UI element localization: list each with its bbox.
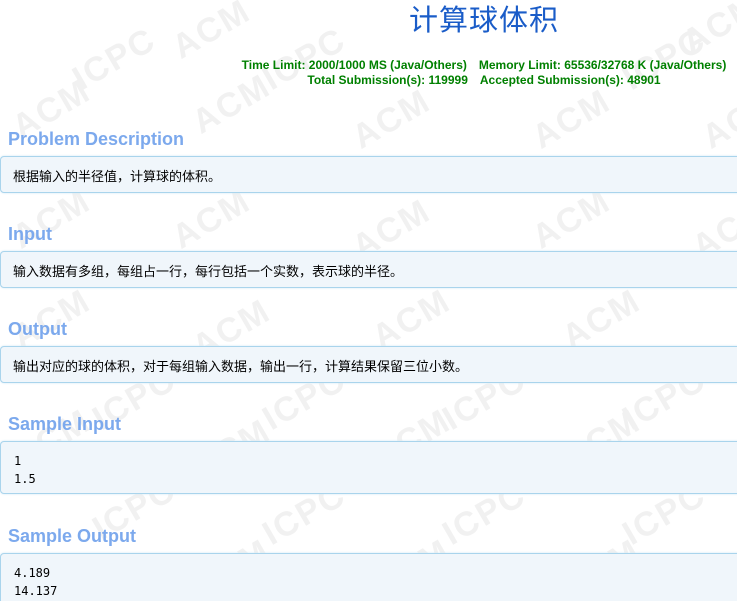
input-text: 输入数据有多组，每组占一行，每行包括一个实数，表示球的半径。 <box>13 265 404 280</box>
section-heading-description: Problem Description <box>8 129 185 149</box>
sample-input-line: 1.5 <box>14 472 36 486</box>
limits-row-1: Time Limit: 2000/1000 MS (Java/Others) Me… <box>0 58 737 73</box>
sample-output-line: 4.189 <box>14 566 51 580</box>
memory-limit: Memory Limit: 65536/32768 K (Java/Others… <box>478 58 727 72</box>
watermark-text: ACM <box>345 81 438 157</box>
watermark-layer: ACM ICPC ACM ACM ICPC ACM ACM ICPC ACM A… <box>0 0 737 601</box>
output-panel: 输出对应的球的体积，对于每组输入数据，输出一行，计算结果保留三位小数。 <box>0 346 737 383</box>
output-text: 输出对应的球的体积，对于每组输入数据，输出一行，计算结果保留三位小数。 <box>13 360 469 375</box>
watermark-text: ACM <box>525 181 618 257</box>
limits-row-2: Total Submission(s): 119999 Accepted Subm… <box>0 73 737 88</box>
total-submissions: Total Submission(s): 119999 <box>307 73 468 87</box>
problem-limits: Time Limit: 2000/1000 MS (Java/Others) Me… <box>0 58 737 88</box>
watermark-text: ACM <box>525 81 618 157</box>
problem-title: 计算球体积 <box>408 3 559 37</box>
sample-input-panel: 1 1.5 <box>0 441 737 494</box>
sample-input-line: 1 <box>14 454 22 468</box>
description-panel: 根据输入的半径值，计算球的体积。 <box>0 156 737 193</box>
section-heading-input: Input <box>8 224 52 244</box>
time-limit: Time Limit: 2000/1000 MS (Java/Others) <box>241 58 467 72</box>
sample-output-line: 14.137 <box>14 584 58 598</box>
sample-output-panel: 4.189 14.137 <box>0 553 737 601</box>
section-heading-sample-output: Sample Output <box>8 526 137 546</box>
watermark-text: ACM <box>695 81 737 157</box>
section-heading-output: Output <box>8 319 67 339</box>
input-panel: 输入数据有多组，每组占一行，每行包括一个实数，表示球的半径。 <box>0 251 737 288</box>
accepted-submissions: Accepted Submission(s): 48901 <box>479 73 661 87</box>
section-heading-sample-input: Sample Input <box>8 414 122 434</box>
watermark-text: ACM <box>5 181 98 257</box>
description-text: 根据输入的半径值，计算球的体积。 <box>13 170 222 185</box>
watermark-text: ACM <box>165 181 258 257</box>
